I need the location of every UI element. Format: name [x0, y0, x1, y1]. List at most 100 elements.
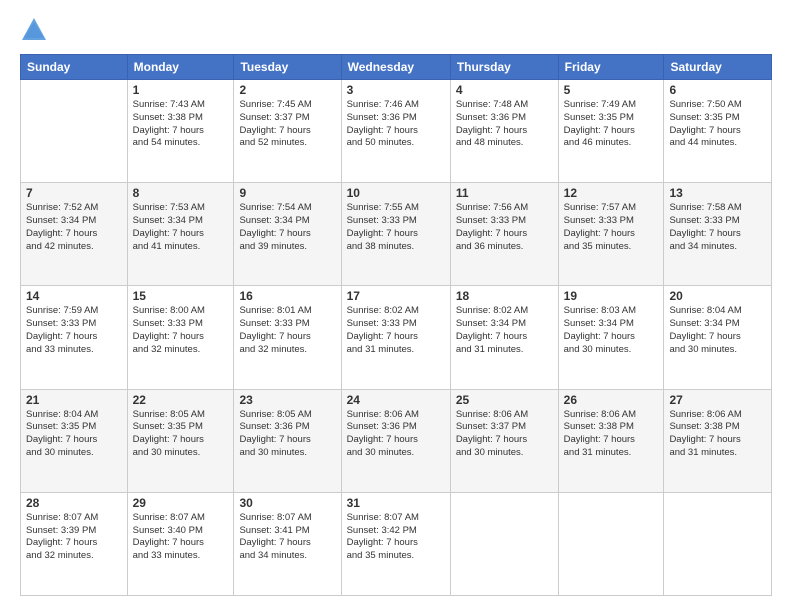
day-number: 22	[133, 393, 229, 407]
day-cell: 7 Sunrise: 7:52 AMSunset: 3:34 PMDaylight…	[21, 183, 128, 286]
day-cell: 1 Sunrise: 7:43 AMSunset: 3:38 PMDaylight…	[127, 80, 234, 183]
day-cell: 18Sunrise: 8:02 AMSunset: 3:34 PMDayligh…	[450, 286, 558, 389]
day-number: 25	[456, 393, 553, 407]
day-number: 5	[564, 83, 659, 97]
day-info: Sunrise: 7:54 AMSunset: 3:34 PMDaylight:…	[239, 202, 335, 253]
day-info: Sunrise: 8:06 AMSunset: 3:38 PMDaylight:…	[669, 409, 766, 460]
column-header-sunday: Sunday	[21, 55, 128, 80]
week-row-4: 21 Sunrise: 8:04 AMSunset: 3:35 PMDayligh…	[21, 389, 772, 492]
day-cell: 12 Sunrise: 7:57 AMSunset: 3:33 PMDayligh…	[558, 183, 664, 286]
day-cell: 28 Sunrise: 8:07 AMSunset: 3:39 PMDayligh…	[21, 492, 128, 595]
day-cell	[664, 492, 772, 595]
header	[20, 16, 772, 44]
day-number: 17	[347, 289, 445, 303]
day-info: Sunrise: 8:03 AMSunset: 3:34 PMDaylight:…	[564, 305, 659, 356]
day-info: Sunrise: 8:02 AMSunset: 3:33 PMDaylight:…	[347, 305, 445, 356]
day-number: 23	[239, 393, 335, 407]
day-cell: 31 Sunrise: 8:07 AMSunset: 3:42 PMDayligh…	[341, 492, 450, 595]
day-number: 28	[26, 496, 122, 510]
day-number: 8	[133, 186, 229, 200]
day-cell: 3 Sunrise: 7:46 AMSunset: 3:36 PMDaylight…	[341, 80, 450, 183]
day-cell	[558, 492, 664, 595]
header-row: SundayMondayTuesdayWednesdayThursdayFrid…	[21, 55, 772, 80]
day-info: Sunrise: 8:07 AMSunset: 3:40 PMDaylight:…	[133, 512, 229, 563]
day-info: Sunrise: 8:07 AMSunset: 3:42 PMDaylight:…	[347, 512, 445, 563]
day-number: 9	[239, 186, 335, 200]
day-number: 24	[347, 393, 445, 407]
day-info: Sunrise: 8:06 AMSunset: 3:37 PMDaylight:…	[456, 409, 553, 460]
day-info: Sunrise: 8:04 AMSunset: 3:35 PMDaylight:…	[26, 409, 122, 460]
day-cell: 26 Sunrise: 8:06 AMSunset: 3:38 PMDayligh…	[558, 389, 664, 492]
day-info: Sunrise: 8:06 AMSunset: 3:38 PMDaylight:…	[564, 409, 659, 460]
day-number: 7	[26, 186, 122, 200]
day-info: Sunrise: 7:45 AMSunset: 3:37 PMDaylight:…	[239, 99, 335, 150]
column-header-wednesday: Wednesday	[341, 55, 450, 80]
day-cell: 11Sunrise: 7:56 AMSunset: 3:33 PMDayligh…	[450, 183, 558, 286]
day-number: 1	[133, 83, 229, 97]
day-info: Sunrise: 7:55 AMSunset: 3:33 PMDaylight:…	[347, 202, 445, 253]
column-header-tuesday: Tuesday	[234, 55, 341, 80]
day-info: Sunrise: 8:05 AMSunset: 3:35 PMDaylight:…	[133, 409, 229, 460]
logo-icon	[20, 16, 48, 44]
day-number: 12	[564, 186, 659, 200]
day-number: 21	[26, 393, 122, 407]
column-header-saturday: Saturday	[664, 55, 772, 80]
day-cell: 4Sunrise: 7:48 AMSunset: 3:36 PMDaylight…	[450, 80, 558, 183]
day-number: 2	[239, 83, 335, 97]
day-info: Sunrise: 8:00 AMSunset: 3:33 PMDaylight:…	[133, 305, 229, 356]
day-cell: 10 Sunrise: 7:55 AMSunset: 3:33 PMDayligh…	[341, 183, 450, 286]
day-cell: 13Sunrise: 7:58 AMSunset: 3:33 PMDayligh…	[664, 183, 772, 286]
day-cell: 29 Sunrise: 8:07 AMSunset: 3:40 PMDayligh…	[127, 492, 234, 595]
day-number: 15	[133, 289, 229, 303]
day-cell: 20 Sunrise: 8:04 AMSunset: 3:34 PMDayligh…	[664, 286, 772, 389]
day-number: 19	[564, 289, 659, 303]
day-info: Sunrise: 7:50 AMSunset: 3:35 PMDaylight:…	[669, 99, 766, 150]
day-cell: 6Sunrise: 7:50 AMSunset: 3:35 PMDaylight…	[664, 80, 772, 183]
day-number: 20	[669, 289, 766, 303]
day-cell: 2 Sunrise: 7:45 AMSunset: 3:37 PMDaylight…	[234, 80, 341, 183]
day-info: Sunrise: 7:53 AMSunset: 3:34 PMDaylight:…	[133, 202, 229, 253]
week-row-3: 14Sunrise: 7:59 AMSunset: 3:33 PMDayligh…	[21, 286, 772, 389]
day-cell: 8 Sunrise: 7:53 AMSunset: 3:34 PMDaylight…	[127, 183, 234, 286]
week-row-1: 1 Sunrise: 7:43 AMSunset: 3:38 PMDaylight…	[21, 80, 772, 183]
day-info: Sunrise: 8:07 AMSunset: 3:39 PMDaylight:…	[26, 512, 122, 563]
day-info: Sunrise: 8:01 AMSunset: 3:33 PMDaylight:…	[239, 305, 335, 356]
day-number: 10	[347, 186, 445, 200]
day-info: Sunrise: 7:57 AMSunset: 3:33 PMDaylight:…	[564, 202, 659, 253]
day-info: Sunrise: 7:52 AMSunset: 3:34 PMDaylight:…	[26, 202, 122, 253]
week-row-5: 28 Sunrise: 8:07 AMSunset: 3:39 PMDayligh…	[21, 492, 772, 595]
day-info: Sunrise: 7:43 AMSunset: 3:38 PMDaylight:…	[133, 99, 229, 150]
day-info: Sunrise: 8:04 AMSunset: 3:34 PMDaylight:…	[669, 305, 766, 356]
day-number: 16	[239, 289, 335, 303]
day-number: 29	[133, 496, 229, 510]
column-header-monday: Monday	[127, 55, 234, 80]
day-number: 26	[564, 393, 659, 407]
day-info: Sunrise: 8:07 AMSunset: 3:41 PMDaylight:…	[239, 512, 335, 563]
day-cell: 5Sunrise: 7:49 AMSunset: 3:35 PMDaylight…	[558, 80, 664, 183]
day-cell: 14Sunrise: 7:59 AMSunset: 3:33 PMDayligh…	[21, 286, 128, 389]
day-number: 31	[347, 496, 445, 510]
day-number: 11	[456, 186, 553, 200]
day-info: Sunrise: 7:58 AMSunset: 3:33 PMDaylight:…	[669, 202, 766, 253]
day-cell: 23 Sunrise: 8:05 AMSunset: 3:36 PMDayligh…	[234, 389, 341, 492]
day-cell: 27 Sunrise: 8:06 AMSunset: 3:38 PMDayligh…	[664, 389, 772, 492]
day-cell: 16 Sunrise: 8:01 AMSunset: 3:33 PMDayligh…	[234, 286, 341, 389]
logo	[20, 16, 52, 44]
page: SundayMondayTuesdayWednesdayThursdayFrid…	[0, 0, 792, 612]
day-number: 3	[347, 83, 445, 97]
day-info: Sunrise: 7:59 AMSunset: 3:33 PMDaylight:…	[26, 305, 122, 356]
day-number: 4	[456, 83, 553, 97]
day-cell: 17 Sunrise: 8:02 AMSunset: 3:33 PMDayligh…	[341, 286, 450, 389]
day-number: 27	[669, 393, 766, 407]
day-cell: 15 Sunrise: 8:00 AMSunset: 3:33 PMDayligh…	[127, 286, 234, 389]
day-cell	[450, 492, 558, 595]
day-number: 18	[456, 289, 553, 303]
day-cell: 19 Sunrise: 8:03 AMSunset: 3:34 PMDayligh…	[558, 286, 664, 389]
day-cell: 22 Sunrise: 8:05 AMSunset: 3:35 PMDayligh…	[127, 389, 234, 492]
day-info: Sunrise: 8:05 AMSunset: 3:36 PMDaylight:…	[239, 409, 335, 460]
day-cell: 21 Sunrise: 8:04 AMSunset: 3:35 PMDayligh…	[21, 389, 128, 492]
day-number: 30	[239, 496, 335, 510]
day-info: Sunrise: 7:46 AMSunset: 3:36 PMDaylight:…	[347, 99, 445, 150]
week-row-2: 7 Sunrise: 7:52 AMSunset: 3:34 PMDaylight…	[21, 183, 772, 286]
day-cell: 24Sunrise: 8:06 AMSunset: 3:36 PMDayligh…	[341, 389, 450, 492]
